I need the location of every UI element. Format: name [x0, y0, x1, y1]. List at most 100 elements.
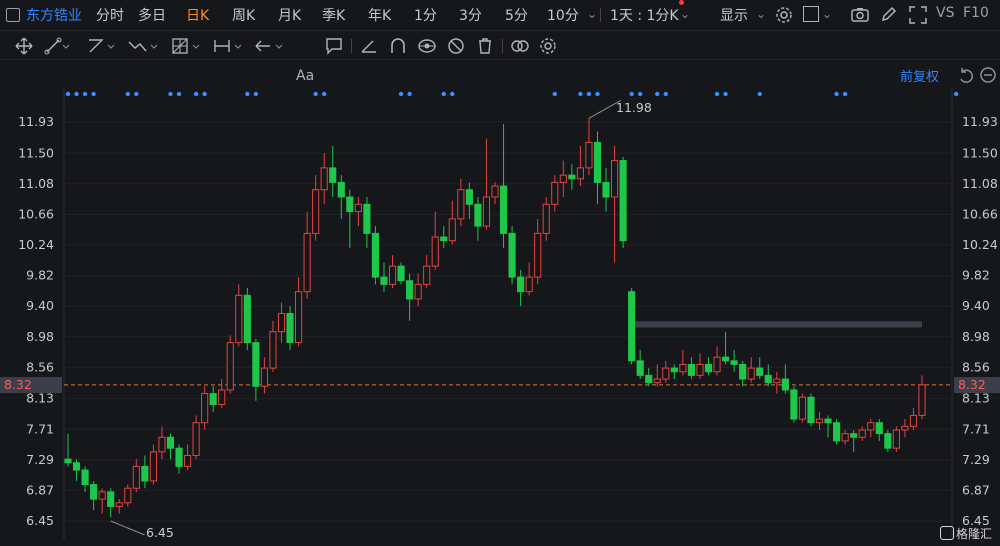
event-marker-dot: [398, 91, 404, 97]
event-marker-dot: [629, 91, 634, 97]
y-tick-label-right: 7.29: [962, 452, 990, 467]
candle-body: [662, 367, 670, 380]
candle-body: [884, 433, 892, 449]
event-marker-dot: [663, 91, 668, 97]
event-marker-dot: [193, 91, 199, 97]
candle-body: [679, 363, 687, 373]
event-marker-dot: [74, 91, 79, 97]
candle-body: [636, 360, 644, 376]
candle-body: [149, 451, 157, 482]
candle-body: [704, 363, 713, 373]
candle-body: [841, 433, 849, 442]
event-marker-dot: [441, 91, 446, 97]
y-tick-label-left: 10.24: [18, 237, 54, 252]
candle-body: [773, 378, 781, 384]
candle-body: [337, 181, 345, 198]
event-marker-dot: [723, 91, 728, 97]
y-tick-label-left: 9.82: [26, 268, 54, 283]
y-tick-label-left: 8.56: [26, 359, 54, 374]
candle-body: [192, 422, 200, 456]
candle-body: [295, 291, 303, 344]
watermark-logo-icon: [939, 526, 954, 540]
candle-body: [867, 422, 875, 431]
candle-body: [858, 429, 866, 438]
candle-body: [72, 462, 81, 471]
watermark: 格隆汇: [939, 525, 992, 542]
y-tick-label-right: 10.66: [962, 206, 998, 221]
candle-body: [107, 491, 115, 507]
y-tick-label-left: 9.40: [26, 298, 54, 313]
candle-body: [363, 203, 371, 234]
candle-body: [781, 378, 789, 391]
candle-body: [269, 331, 277, 369]
y-tick-label-right: 9.40: [962, 298, 990, 313]
event-marker-dot: [757, 91, 762, 97]
candle-body: [183, 454, 192, 467]
event-marker-dot: [552, 91, 557, 97]
candle-body: [98, 491, 106, 500]
candle-body: [918, 384, 926, 416]
candle-body: [764, 374, 772, 384]
low-price-label: 6.45: [146, 525, 174, 540]
candle-body: [354, 203, 362, 213]
event-marker-dot: [253, 91, 259, 97]
candle-body: [124, 487, 132, 504]
candle-body: [585, 141, 593, 169]
candle-body: [739, 363, 747, 380]
candle-body: [243, 294, 251, 344]
candle-body: [235, 294, 243, 344]
candle-body: [645, 374, 653, 384]
candle-body: [713, 356, 721, 373]
candle-body: [474, 203, 482, 227]
y-tick-label-right: 7.71: [962, 421, 990, 436]
candle-body: [833, 422, 841, 442]
candle-body: [397, 265, 405, 282]
candle-body: [380, 276, 388, 285]
candle-body: [687, 363, 695, 376]
y-tick-label-left: 8.98: [26, 329, 54, 344]
event-marker-dot: [91, 91, 96, 97]
event-marker-dot: [714, 91, 720, 97]
candle-body: [90, 484, 98, 500]
y-tick-label-left: 7.29: [26, 452, 54, 467]
candle-body: [175, 447, 183, 467]
candle-body: [875, 422, 883, 435]
candle-body: [252, 342, 260, 387]
candle-body: [593, 141, 602, 183]
event-marker-dot: [176, 91, 182, 97]
event-marker-dot: [134, 91, 139, 97]
candle-body: [371, 232, 380, 278]
y-tick-label-left: 6.87: [26, 482, 54, 497]
current-price-tag-right: 8.32: [954, 377, 1000, 393]
candle-body: [619, 160, 627, 242]
event-marker-dot: [586, 91, 592, 97]
candle-body: [457, 189, 465, 220]
candle-body: [201, 393, 209, 424]
y-tick-label-left: 6.45: [26, 513, 54, 528]
y-tick-label-left: 7.71: [26, 421, 54, 436]
high-price-label: 11.98: [616, 100, 652, 115]
y-tick-label-right: 11.93: [962, 114, 998, 129]
y-tick-label-right: 11.08: [962, 176, 998, 191]
candle-body: [81, 469, 89, 486]
y-tick-label-right: 9.82: [962, 268, 990, 283]
candle-body: [909, 414, 918, 427]
candle-body: [576, 167, 584, 180]
low-leader-line: [110, 520, 145, 536]
candle-body: [892, 429, 900, 449]
candle-body: [218, 389, 226, 406]
candle-body: [320, 167, 328, 191]
candle-body: [534, 232, 542, 278]
candle-body: [448, 218, 456, 242]
candlestick-chart[interactable]: 11.93 11.93 11.50 11.50 11.08 11.08 10.66 10.66…: [0, 0, 1000, 546]
event-marker-dot: [637, 91, 643, 97]
candle-body: [499, 185, 508, 234]
event-marker-dot: [322, 91, 327, 97]
candle-body: [465, 189, 473, 205]
candle-body: [850, 433, 858, 438]
event-marker-dot: [834, 91, 839, 97]
candle-body: [790, 389, 798, 420]
candle-body: [798, 396, 807, 420]
event-marker-dot: [82, 91, 88, 97]
candle-body: [158, 436, 166, 453]
